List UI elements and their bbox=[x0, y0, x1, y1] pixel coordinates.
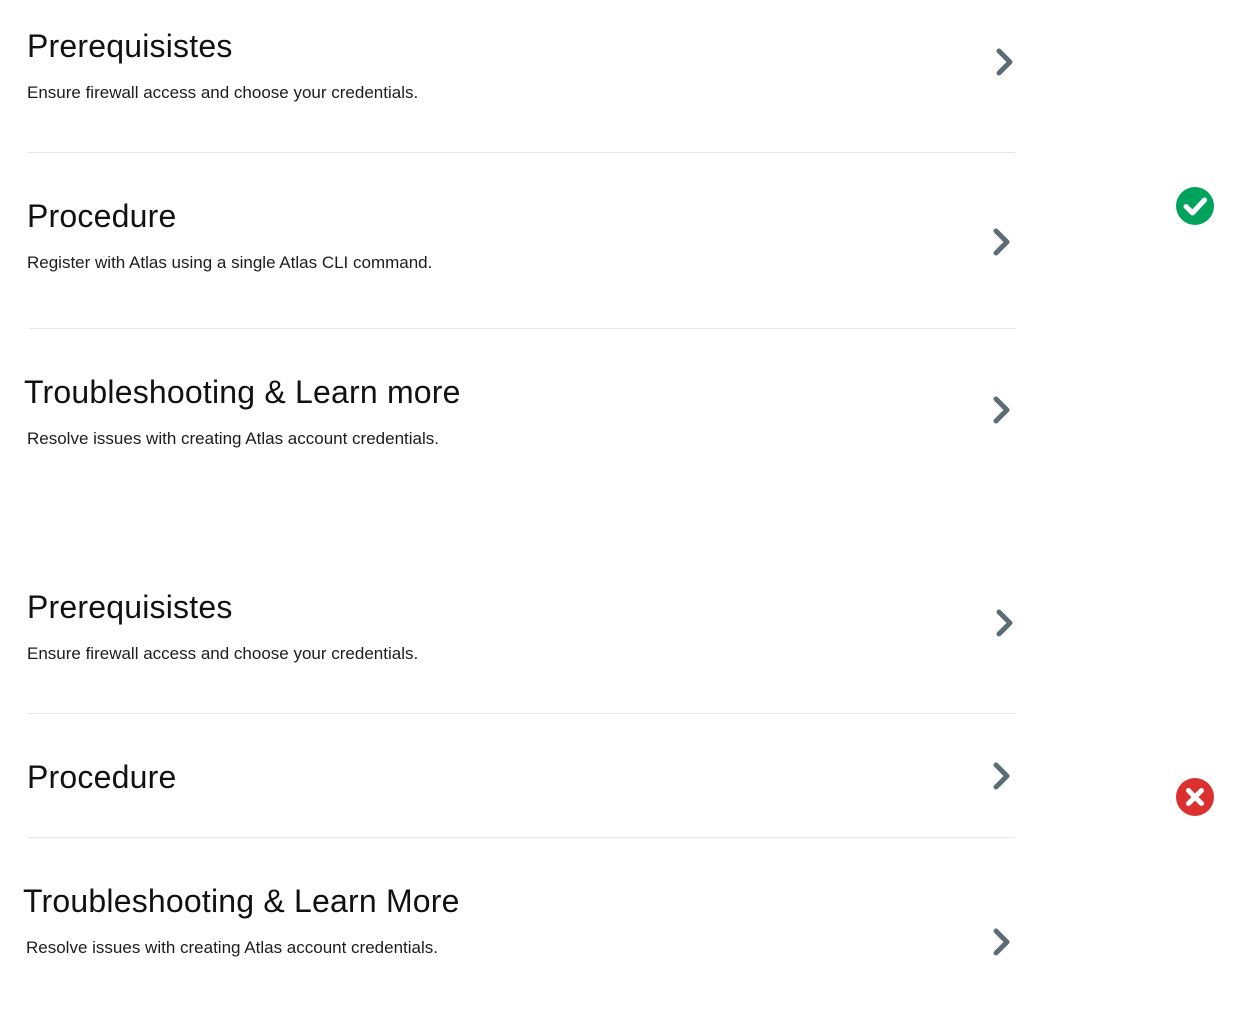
nav-card-troubleshooting[interactable]: Troubleshooting & Learn more Resolve iss… bbox=[0, 329, 1040, 479]
card-description: Ensure firewall access and choose your c… bbox=[27, 644, 419, 663]
nav-card-procedure[interactable]: Procedure bbox=[0, 714, 1040, 836]
card-title: Troubleshooting & Learn More bbox=[23, 883, 460, 919]
card-title: Procedure bbox=[27, 759, 177, 795]
nav-card-prerequisites[interactable]: Prerequisistes Ensure firewall access an… bbox=[0, 560, 1040, 712]
card-description: Register with Atlas using a single Atlas… bbox=[27, 253, 433, 272]
chevron-right-icon[interactable] bbox=[992, 606, 1018, 640]
nav-card-prerequisites[interactable]: Prerequisistes Ensure firewall access an… bbox=[0, 0, 1040, 150]
card-title: Troubleshooting & Learn more bbox=[24, 374, 461, 410]
check-circle-icon bbox=[1176, 187, 1214, 225]
card-description: Resolve issues with creating Atlas accou… bbox=[26, 938, 438, 957]
chevron-right-icon[interactable] bbox=[989, 925, 1015, 959]
card-title: Prerequisistes bbox=[27, 589, 233, 625]
x-circle-icon bbox=[1176, 778, 1214, 816]
nav-card-procedure[interactable]: Procedure Register with Atlas using a si… bbox=[0, 153, 1040, 327]
chevron-right-icon[interactable] bbox=[992, 45, 1018, 79]
chevron-right-icon[interactable] bbox=[989, 393, 1015, 427]
card-description: Resolve issues with creating Atlas accou… bbox=[27, 429, 439, 448]
card-title: Prerequisistes bbox=[27, 28, 233, 64]
card-description: Ensure firewall access and choose your c… bbox=[27, 83, 419, 102]
chevron-right-icon[interactable] bbox=[989, 759, 1015, 793]
chevron-right-icon[interactable] bbox=[989, 225, 1015, 259]
card-title: Procedure bbox=[27, 198, 177, 234]
nav-card-troubleshooting[interactable]: Troubleshooting & Learn More Resolve iss… bbox=[0, 838, 1040, 988]
